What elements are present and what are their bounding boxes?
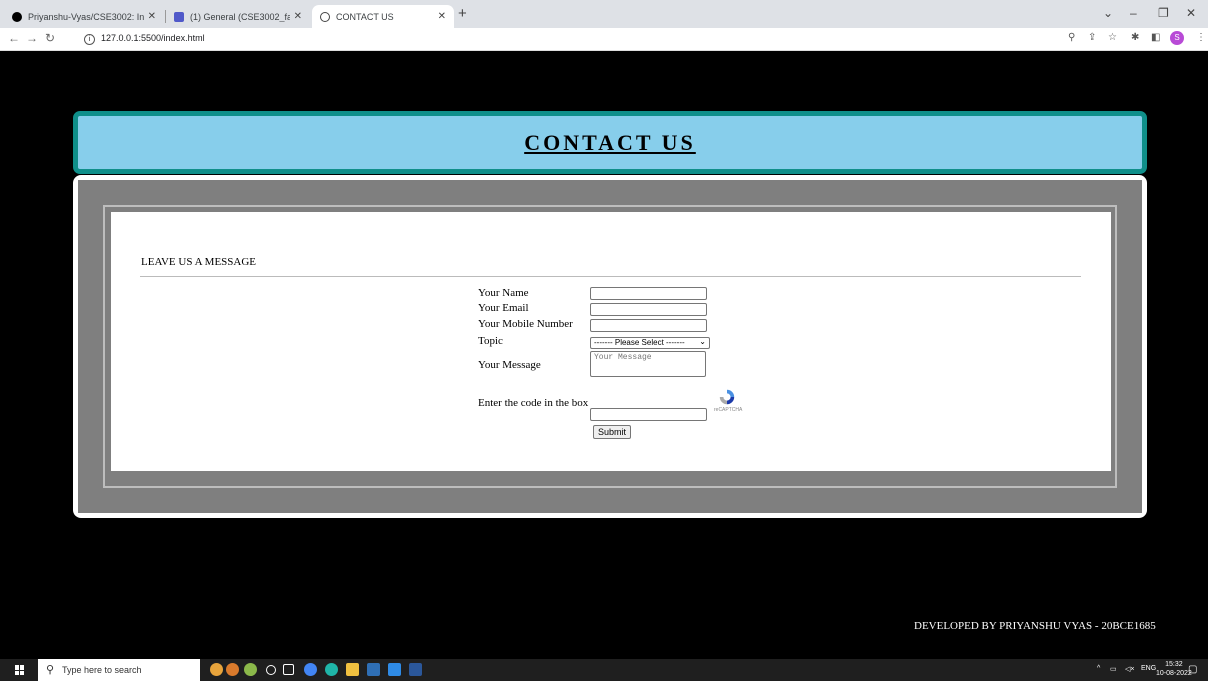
menu-icon[interactable]: ⋮ [1196,32,1206,43]
tab-search-icon[interactable]: ⌄ [1103,6,1113,20]
github-icon [12,11,22,22]
tab-github[interactable]: Priyanshu-Vyas/CSE3002: Interne ✕ [4,5,164,28]
taskbar: ⚲ Type here to search ^ ▭ ◁× ENG 15:32 1… [0,659,1208,681]
recaptcha-icon [719,389,735,405]
tab-title: (1) General (CSE3002_fall22_A1_ [190,11,290,22]
language-indicator[interactable]: ENG [1141,665,1156,672]
contact-header: CONTACT US [73,111,1147,174]
clock-time: 15:32 [1165,661,1183,668]
globe-icon [320,11,330,22]
mobile-input[interactable] [590,319,707,332]
topic-label: Topic [478,335,503,347]
tab-contact-us[interactable]: CONTACT US ✕ [312,5,454,28]
reload-icon[interactable]: ↻ [45,31,55,45]
vscode-icon[interactable] [388,663,401,676]
widgets-icon[interactable] [226,663,239,676]
topic-selected-value: ------- Please Select ------- [594,338,685,347]
search-icon: ⚲ [46,664,55,676]
zoom-icon[interactable]: ⚲ [1068,32,1075,43]
cortana-icon[interactable] [266,665,276,675]
section-divider [140,276,1081,277]
new-tab-button[interactable]: + [458,5,467,22]
back-icon[interactable]: ← [8,31,20,45]
edge-icon[interactable] [325,663,338,676]
message-textarea[interactable] [590,351,706,377]
system-clock[interactable]: 15:32 10-08-2022 [1156,660,1192,678]
developer-credit: DEVELOPED BY PRIYANSHU VYAS - 20BCE1685 [914,620,1156,632]
share-icon[interactable]: ⇪ [1088,32,1096,43]
url-text: 127.0.0.1:5500/index.html [101,33,205,43]
address-bar: ← → ↻ i 127.0.0.1:5500/index.html ⚲ ⇪ ☆ ✱… [0,28,1208,51]
teams-icon [174,11,184,22]
task-view-icon[interactable] [283,664,294,675]
file-explorer-icon[interactable] [346,663,359,676]
captcha-input[interactable] [590,408,707,421]
mobile-label: Your Mobile Number [478,318,573,330]
browser-tab-bar: Priyanshu-Vyas/CSE3002: Interne ✕ (1) Ge… [0,0,1208,28]
notification-icon[interactable]: ▢ [1188,664,1197,675]
widgets-icon[interactable] [210,663,223,676]
widgets-icon[interactable] [244,663,257,676]
network-icon[interactable]: ▭ [1110,665,1117,673]
close-icon[interactable]: ✕ [294,11,302,22]
chevron-down-icon: ⌄ [699,337,706,346]
tab-title: CONTACT US [336,11,394,22]
url-field[interactable]: i 127.0.0.1:5500/index.html [84,33,205,45]
tab-teams[interactable]: (1) General (CSE3002_fall22_A1_ ✕ [166,5,310,28]
topic-select[interactable]: ------- Please Select ------- ⌄ [590,337,710,349]
code-label: Enter the code in the box [478,397,589,409]
word-icon[interactable] [409,663,422,676]
windows-start-icon[interactable] [15,665,25,675]
info-icon[interactable]: i [84,34,95,45]
chrome-icon[interactable] [304,663,317,676]
close-icon[interactable]: ✕ [148,11,156,22]
close-icon[interactable]: ✕ [438,11,446,22]
recaptcha-label: reCAPTCHA [714,407,743,413]
restore-icon[interactable]: ❐ [1158,6,1169,20]
message-label: Your Message [478,359,541,371]
close-window-icon[interactable]: ✕ [1186,6,1196,20]
page-title: CONTACT US [524,130,696,155]
forward-icon[interactable]: → [26,31,38,45]
section-title: LEAVE US A MESSAGE [141,256,257,268]
profile-avatar[interactable]: S [1170,31,1184,45]
clock-date: 10-08-2022 [1156,670,1192,677]
email-input[interactable] [590,303,707,316]
tab-title: Priyanshu-Vyas/CSE3002: Interne [28,11,144,22]
taskbar-search[interactable]: ⚲ Type here to search [38,659,200,681]
email-label: Your Email [478,302,529,314]
tray-chevron-icon[interactable]: ^ [1097,665,1100,672]
name-input[interactable] [590,287,707,300]
search-placeholder: Type here to search [62,665,142,675]
sidepanel-icon[interactable]: ◧ [1151,32,1160,43]
submit-button[interactable]: Submit [593,425,631,439]
minimize-icon[interactable]: – [1130,6,1137,20]
star-icon[interactable]: ☆ [1108,32,1117,43]
store-icon[interactable] [367,663,380,676]
extensions-icon[interactable]: ✱ [1131,32,1139,43]
name-label: Your Name [478,287,529,299]
volume-icon[interactable]: ◁× [1125,665,1134,673]
